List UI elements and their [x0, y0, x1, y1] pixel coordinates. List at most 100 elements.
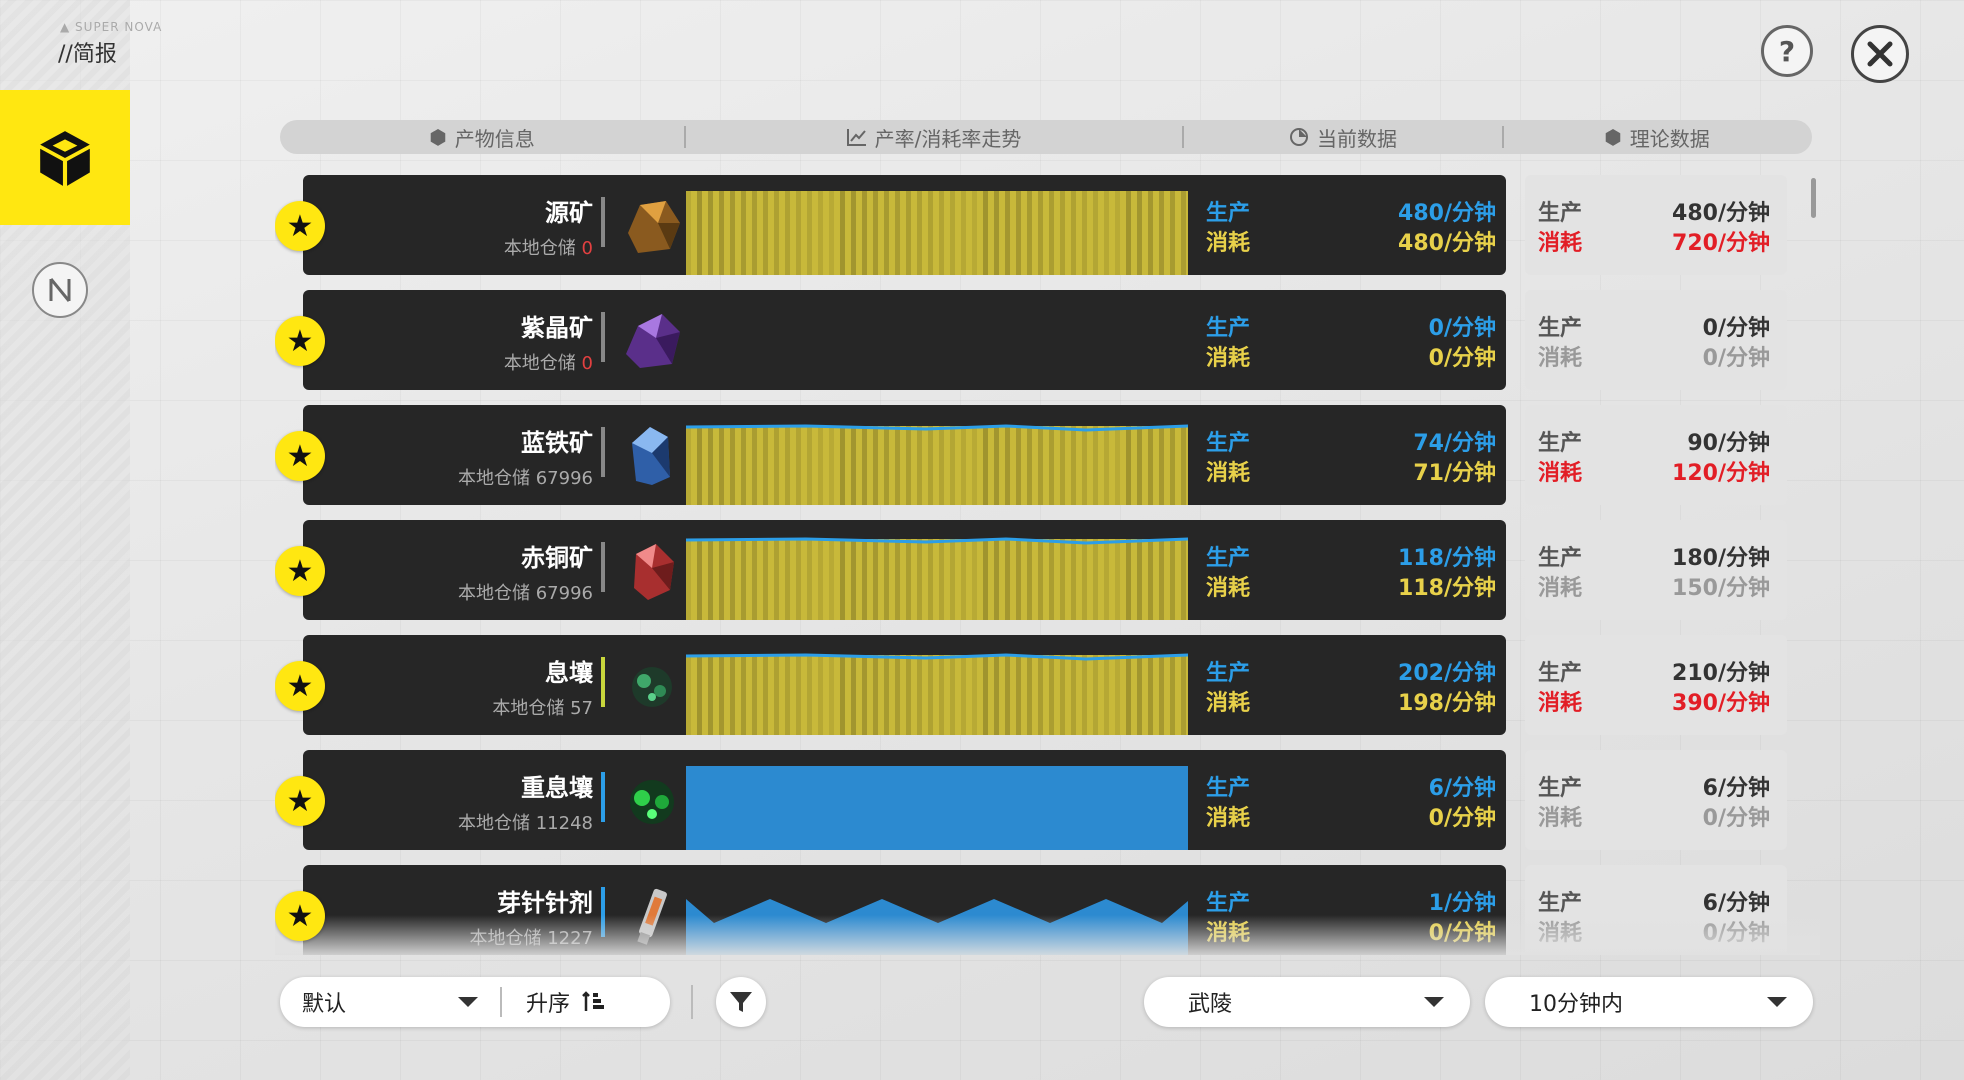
favorite-star-button[interactable]: ★ — [275, 201, 325, 251]
stock-text: 本地仓储 11248 — [458, 813, 593, 834]
xirang-icon — [632, 667, 672, 707]
current-prod-value: 74/分钟 — [1413, 431, 1496, 456]
product-card: 重息壤 本地仓储 11248 生产 6/分钟 消耗 0/分钟 — [303, 750, 1506, 850]
theory-cons-value: 390/分钟 — [1672, 691, 1770, 716]
current-prod-label: 生产 — [1206, 776, 1251, 801]
chevron-down-icon — [1424, 997, 1444, 1007]
help-button[interactable]: ? — [1761, 25, 1813, 77]
sort-control: 默认 升序 — [280, 977, 670, 1027]
current-prod-label: 生产 — [1206, 431, 1251, 456]
current-prod-value: 202/分钟 — [1398, 661, 1496, 686]
page-title: //简报 — [58, 42, 117, 67]
header-trend: 产率/消耗率走势 — [686, 120, 1182, 154]
current-data: 生产 6/分钟 消耗 0/分钟 — [1206, 770, 1496, 831]
product-name: 紫晶矿 — [521, 314, 593, 342]
close-button[interactable] — [1851, 25, 1909, 83]
current-cons-label: 消耗 — [1206, 231, 1251, 256]
stock-value: 67996 — [535, 468, 593, 489]
product-card: 紫晶矿 本地仓储 0 生产 0/分钟 消耗 0/分钟 — [303, 290, 1506, 390]
amethyst-ore-icon — [626, 314, 680, 368]
theory-cons-label: 消耗 — [1538, 691, 1583, 716]
list-scrollbar[interactable] — [1811, 178, 1816, 218]
current-prod-label: 生产 — [1206, 546, 1251, 571]
product-card: 蓝铁矿 本地仓储 67996 生产 74/分钟 消耗 71/分钟 — [303, 405, 1506, 505]
stock-value: 0 — [581, 238, 593, 259]
theory-cons-value: 0/分钟 — [1702, 806, 1770, 831]
accent-bar — [601, 312, 605, 362]
product-row[interactable]: ★ 赤铜矿 本地仓储 67996 生产 118/分钟 消耗 118/分钟 生产 … — [275, 520, 1820, 622]
stock-value: 0 — [581, 353, 593, 374]
theory-prod-label: 生产 — [1538, 776, 1583, 801]
theory-prod-label: 生产 — [1538, 661, 1583, 686]
theory-prod-value: 0/分钟 — [1702, 316, 1770, 341]
current-cons-label: 消耗 — [1206, 576, 1251, 601]
header-product-info: ⬢ 产物信息 — [429, 125, 535, 151]
star-icon: ★ — [286, 323, 314, 359]
favorite-star-button[interactable]: ★ — [275, 546, 325, 596]
favorite-star-button[interactable]: ★ — [275, 661, 325, 711]
theory-prod-label: 生产 — [1538, 431, 1583, 456]
current-data: 生产 74/分钟 消耗 71/分钟 — [1206, 425, 1496, 486]
stock-text: 本地仓储 67996 — [458, 583, 593, 604]
heavy-xirang-icon — [630, 780, 674, 824]
nav-route-tab[interactable] — [32, 262, 88, 318]
product-row[interactable]: ★ 重息壤 本地仓储 11248 生产 6/分钟 消耗 0/分钟 生产 6/分钟… — [275, 750, 1820, 852]
order-toggle[interactable]: 升序 — [502, 986, 606, 1018]
theory-prod-label: 生产 — [1538, 201, 1583, 226]
trend-graph — [686, 306, 1188, 390]
accent-bar — [601, 427, 605, 477]
product-name: 息壤 — [545, 659, 593, 687]
favorite-star-button[interactable]: ★ — [275, 776, 325, 826]
product-row[interactable]: ★ 源矿 本地仓储 0 生产 480/分钟 消耗 480/分钟 生产 480/分… — [275, 175, 1820, 277]
theory-card: 生产 0/分钟 消耗 0/分钟 — [1525, 290, 1787, 390]
product-row[interactable]: ★ 蓝铁矿 本地仓储 67996 生产 74/分钟 消耗 71/分钟 生产 90… — [275, 405, 1820, 507]
trend-graph — [686, 537, 1188, 620]
star-icon: ★ — [286, 668, 314, 704]
favorite-star-button[interactable]: ★ — [275, 891, 325, 941]
product-row[interactable]: ★ 紫晶矿 本地仓储 0 生产 0/分钟 消耗 0/分钟 生产 0/分钟 消耗 … — [275, 290, 1820, 392]
product-name: 赤铜矿 — [521, 544, 593, 572]
trend-graph — [686, 766, 1188, 850]
current-cons-value: 480/分钟 — [1398, 231, 1496, 256]
current-data: 生产 480/分钟 消耗 480/分钟 — [1206, 195, 1496, 256]
time-range-label: 10分钟内 — [1529, 992, 1623, 1017]
sort-dropdown[interactable]: 默认 — [280, 986, 500, 1018]
current-data: 生产 118/分钟 消耗 118/分钟 — [1206, 540, 1496, 601]
theory-prod-value: 210/分钟 — [1672, 661, 1770, 686]
product-name: 芽针针剂 — [497, 889, 593, 917]
current-cons-label: 消耗 — [1206, 691, 1251, 716]
accent-bar — [601, 657, 605, 707]
sort-label: 默认 — [302, 992, 347, 1017]
filter-button[interactable] — [716, 977, 766, 1027]
time-range-dropdown[interactable]: 10分钟内 — [1485, 977, 1813, 1027]
current-prod-value: 1/分钟 — [1428, 891, 1496, 916]
order-label: 升序 — [526, 992, 571, 1017]
theory-cons-label: 消耗 — [1538, 461, 1583, 486]
current-prod-value: 118/分钟 — [1398, 546, 1496, 571]
region-dropdown[interactable]: 武陵 — [1144, 977, 1470, 1027]
product-card: 源矿 本地仓储 0 生产 480/分钟 消耗 480/分钟 — [303, 175, 1506, 275]
current-data: 生产 0/分钟 消耗 0/分钟 — [1206, 310, 1496, 371]
current-prod-label: 生产 — [1206, 891, 1251, 916]
theory-prod-label: 生产 — [1538, 546, 1583, 571]
current-prod-label: 生产 — [1206, 316, 1251, 341]
blue-iron-ore-icon — [632, 427, 670, 485]
current-prod-value: 6/分钟 — [1428, 776, 1496, 801]
nav-cube-tab[interactable] — [0, 90, 130, 225]
region-label: 武陵 — [1188, 992, 1233, 1017]
favorite-star-button[interactable]: ★ — [275, 431, 325, 481]
theory-prod-label: 生产 — [1538, 891, 1583, 916]
route-icon — [49, 278, 71, 302]
product-name: 重息壤 — [521, 774, 593, 802]
theory-cons-value: 0/分钟 — [1702, 346, 1770, 371]
star-icon: ★ — [286, 208, 314, 244]
theory-card: 生产 480/分钟 消耗 720/分钟 — [1525, 175, 1787, 275]
favorite-star-button[interactable]: ★ — [275, 316, 325, 366]
theory-prod-value: 6/分钟 — [1702, 891, 1770, 916]
current-cons-label: 消耗 — [1206, 806, 1251, 831]
current-prod-value: 480/分钟 — [1398, 201, 1496, 226]
product-row[interactable]: ★ 息壤 本地仓储 57 生产 202/分钟 消耗 198/分钟 生产 210/… — [275, 635, 1820, 737]
divider — [691, 985, 693, 1019]
filter-icon — [730, 992, 752, 1012]
current-cons-value: 198/分钟 — [1398, 691, 1496, 716]
